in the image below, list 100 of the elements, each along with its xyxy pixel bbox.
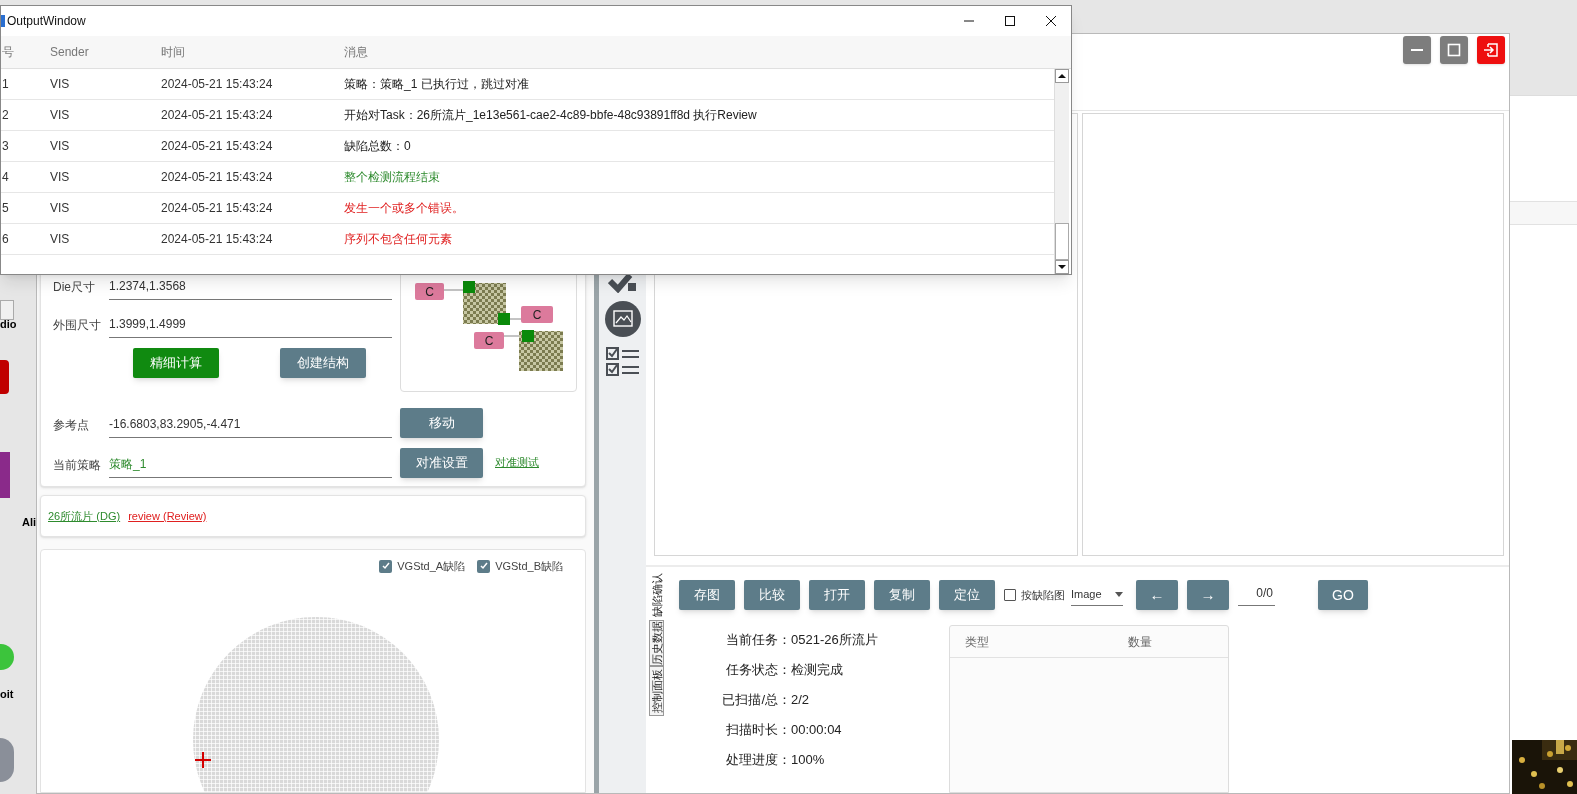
next-button[interactable]: → <box>1187 580 1229 610</box>
table-cell-text: 3 <box>1 138 10 155</box>
info-value: 100% <box>791 751 825 770</box>
marker <box>522 330 534 342</box>
table-cell-text: 2024-05-21 15:43:24 <box>161 200 274 217</box>
maximize-icon[interactable] <box>1004 16 1015 26</box>
scroll-down-icon[interactable] <box>1055 260 1069 274</box>
desktop-icon-label: Ali <box>22 515 37 530</box>
move-button[interactable]: 移动 <box>400 408 483 438</box>
window-title: OutputWindow <box>7 13 86 30</box>
task-link[interactable]: review (Review) <box>128 507 207 525</box>
column-header: 消息 <box>344 44 369 61</box>
table-cell-text: VIS <box>50 107 71 124</box>
dropdown-caret-icon <box>1115 592 1123 597</box>
table-cell-text: 6 <box>1 231 10 248</box>
marker <box>498 313 510 325</box>
scrollbar[interactable] <box>1054 69 1069 274</box>
scroll-up-icon[interactable] <box>1055 69 1069 83</box>
image-icon[interactable] <box>604 301 641 337</box>
toolbar-button[interactable]: 存图 <box>679 580 735 610</box>
align-settings-button[interactable]: 对准设置 <box>400 448 483 478</box>
exit-icon[interactable] <box>1483 42 1499 58</box>
table-cell-text: 2 <box>1 107 10 124</box>
table-cell-text: 策略：策略_1 已执行过，跳过对准 <box>344 76 530 93</box>
info-label: 当前任务： <box>725 631 791 650</box>
checklist-icon[interactable] <box>605 345 640 379</box>
crosshair-icon <box>195 752 211 768</box>
info-label: 扫描时长： <box>725 721 791 740</box>
table-cell-text: 整个检测流程结束 <box>344 169 441 186</box>
component-box: C <box>415 283 444 300</box>
field-label: 外围尺寸 <box>53 317 102 334</box>
input-field[interactable]: 策略_1 <box>109 455 392 478</box>
check-icon <box>478 561 489 572</box>
table-cell-text: VIS <box>50 76 71 93</box>
info-value: 00:00:04 <box>791 721 842 740</box>
field-label: 当前策略 <box>53 457 102 474</box>
desktop-icon-label: dio <box>0 317 17 332</box>
field-label: Die尺寸 <box>53 279 96 296</box>
table-cell-text: 发生一个或多个错误。 <box>344 200 465 217</box>
table-cell-text: VIS <box>50 169 71 186</box>
input-field[interactable]: -16.6803,83.2905,-4.471 <box>109 415 392 438</box>
page-field[interactable]: 0/0 <box>1238 584 1275 606</box>
toolbar-button[interactable]: 比较 <box>744 580 800 610</box>
task-link[interactable]: 26所流片 (DG) <box>48 507 121 525</box>
table-cell-text: 2024-05-21 15:43:24 <box>161 76 274 93</box>
table-cell-text: 4 <box>1 169 10 186</box>
side-tab[interactable]: 历史数据 <box>649 620 664 666</box>
table-cell-text: 开始对Task：26所流片_1e13e561-cae2-4c89-bbfe-48c93891ff8d 执行Review <box>344 107 758 124</box>
exit-button[interactable] <box>1477 36 1505 64</box>
column-header: 数量 <box>1127 633 1153 651</box>
table-cell-text: 序列不包含任何元素 <box>344 231 453 248</box>
close-icon[interactable] <box>1045 16 1056 26</box>
info-value: 2/2 <box>791 691 810 710</box>
field-label: 参考点 <box>53 417 90 434</box>
side-tab[interactable]: 控制面板 <box>649 666 664 716</box>
table-cell-text: 2024-05-21 15:43:24 <box>161 107 274 124</box>
column-header: Sender <box>50 44 90 61</box>
table-cell-text: 缺陷总数：0 <box>344 138 412 155</box>
column-header: 时间 <box>161 44 186 61</box>
desktop-icon-label: oit <box>0 687 14 702</box>
align-test-link[interactable]: 对准测试 <box>495 453 539 470</box>
component-box: C <box>474 332 504 349</box>
input-field[interactable]: 1.2374,1.3568 <box>109 277 392 300</box>
table-cell-text: VIS <box>50 200 71 217</box>
calc-button[interactable]: 精细计算 <box>133 348 219 378</box>
go-button[interactable]: GO <box>1318 580 1368 610</box>
minimize-button[interactable] <box>1403 36 1431 64</box>
defect-image-checkbox[interactable]: 按缺陷图 <box>1004 586 1065 604</box>
table-cell-text: 2024-05-21 15:43:24 <box>161 138 274 155</box>
desktop-icon[interactable] <box>0 738 14 782</box>
check-mark-icon[interactable] <box>607 275 638 293</box>
table-cell-text: 1 <box>1 76 10 93</box>
app-icon <box>1 15 5 27</box>
table-cell-text: VIS <box>50 138 71 155</box>
column-header: 类型 <box>964 633 990 651</box>
calc-button[interactable]: 创建结构 <box>280 348 366 378</box>
marker <box>463 281 475 293</box>
toolbar-button[interactable]: 定位 <box>939 580 995 610</box>
table-cell-text: VIS <box>50 231 71 248</box>
toolbar-button[interactable]: 复制 <box>874 580 930 610</box>
die-tile <box>519 331 563 371</box>
info-value: 检测完成 <box>791 661 843 680</box>
check-icon <box>380 561 391 572</box>
scrollbar-thumb[interactable] <box>1055 223 1069 260</box>
info-label: 任务状态： <box>725 661 791 680</box>
previous-button[interactable]: ← <box>1136 580 1178 610</box>
info-label: 处理进度： <box>725 751 791 770</box>
column-header: 号 <box>1 44 15 61</box>
component-box: C <box>521 306 553 323</box>
layer-checkbox[interactable]: VGStd_B缺陷 <box>477 558 563 575</box>
table-cell-text: 5 <box>1 200 10 217</box>
connector-line <box>509 318 522 320</box>
image-dropdown[interactable]: Image <box>1071 584 1123 606</box>
info-label: 已扫描/总： <box>721 691 791 710</box>
side-tab[interactable]: 缺陷确认 <box>649 570 664 620</box>
input-field[interactable]: 1.3999,1.4999 <box>109 315 392 338</box>
layer-checkbox[interactable]: VGStd_A缺陷 <box>379 558 466 575</box>
connector-line <box>443 289 464 291</box>
toolbar-button[interactable]: 打开 <box>809 580 865 610</box>
table-cell-text: 2024-05-21 15:43:24 <box>161 231 274 248</box>
